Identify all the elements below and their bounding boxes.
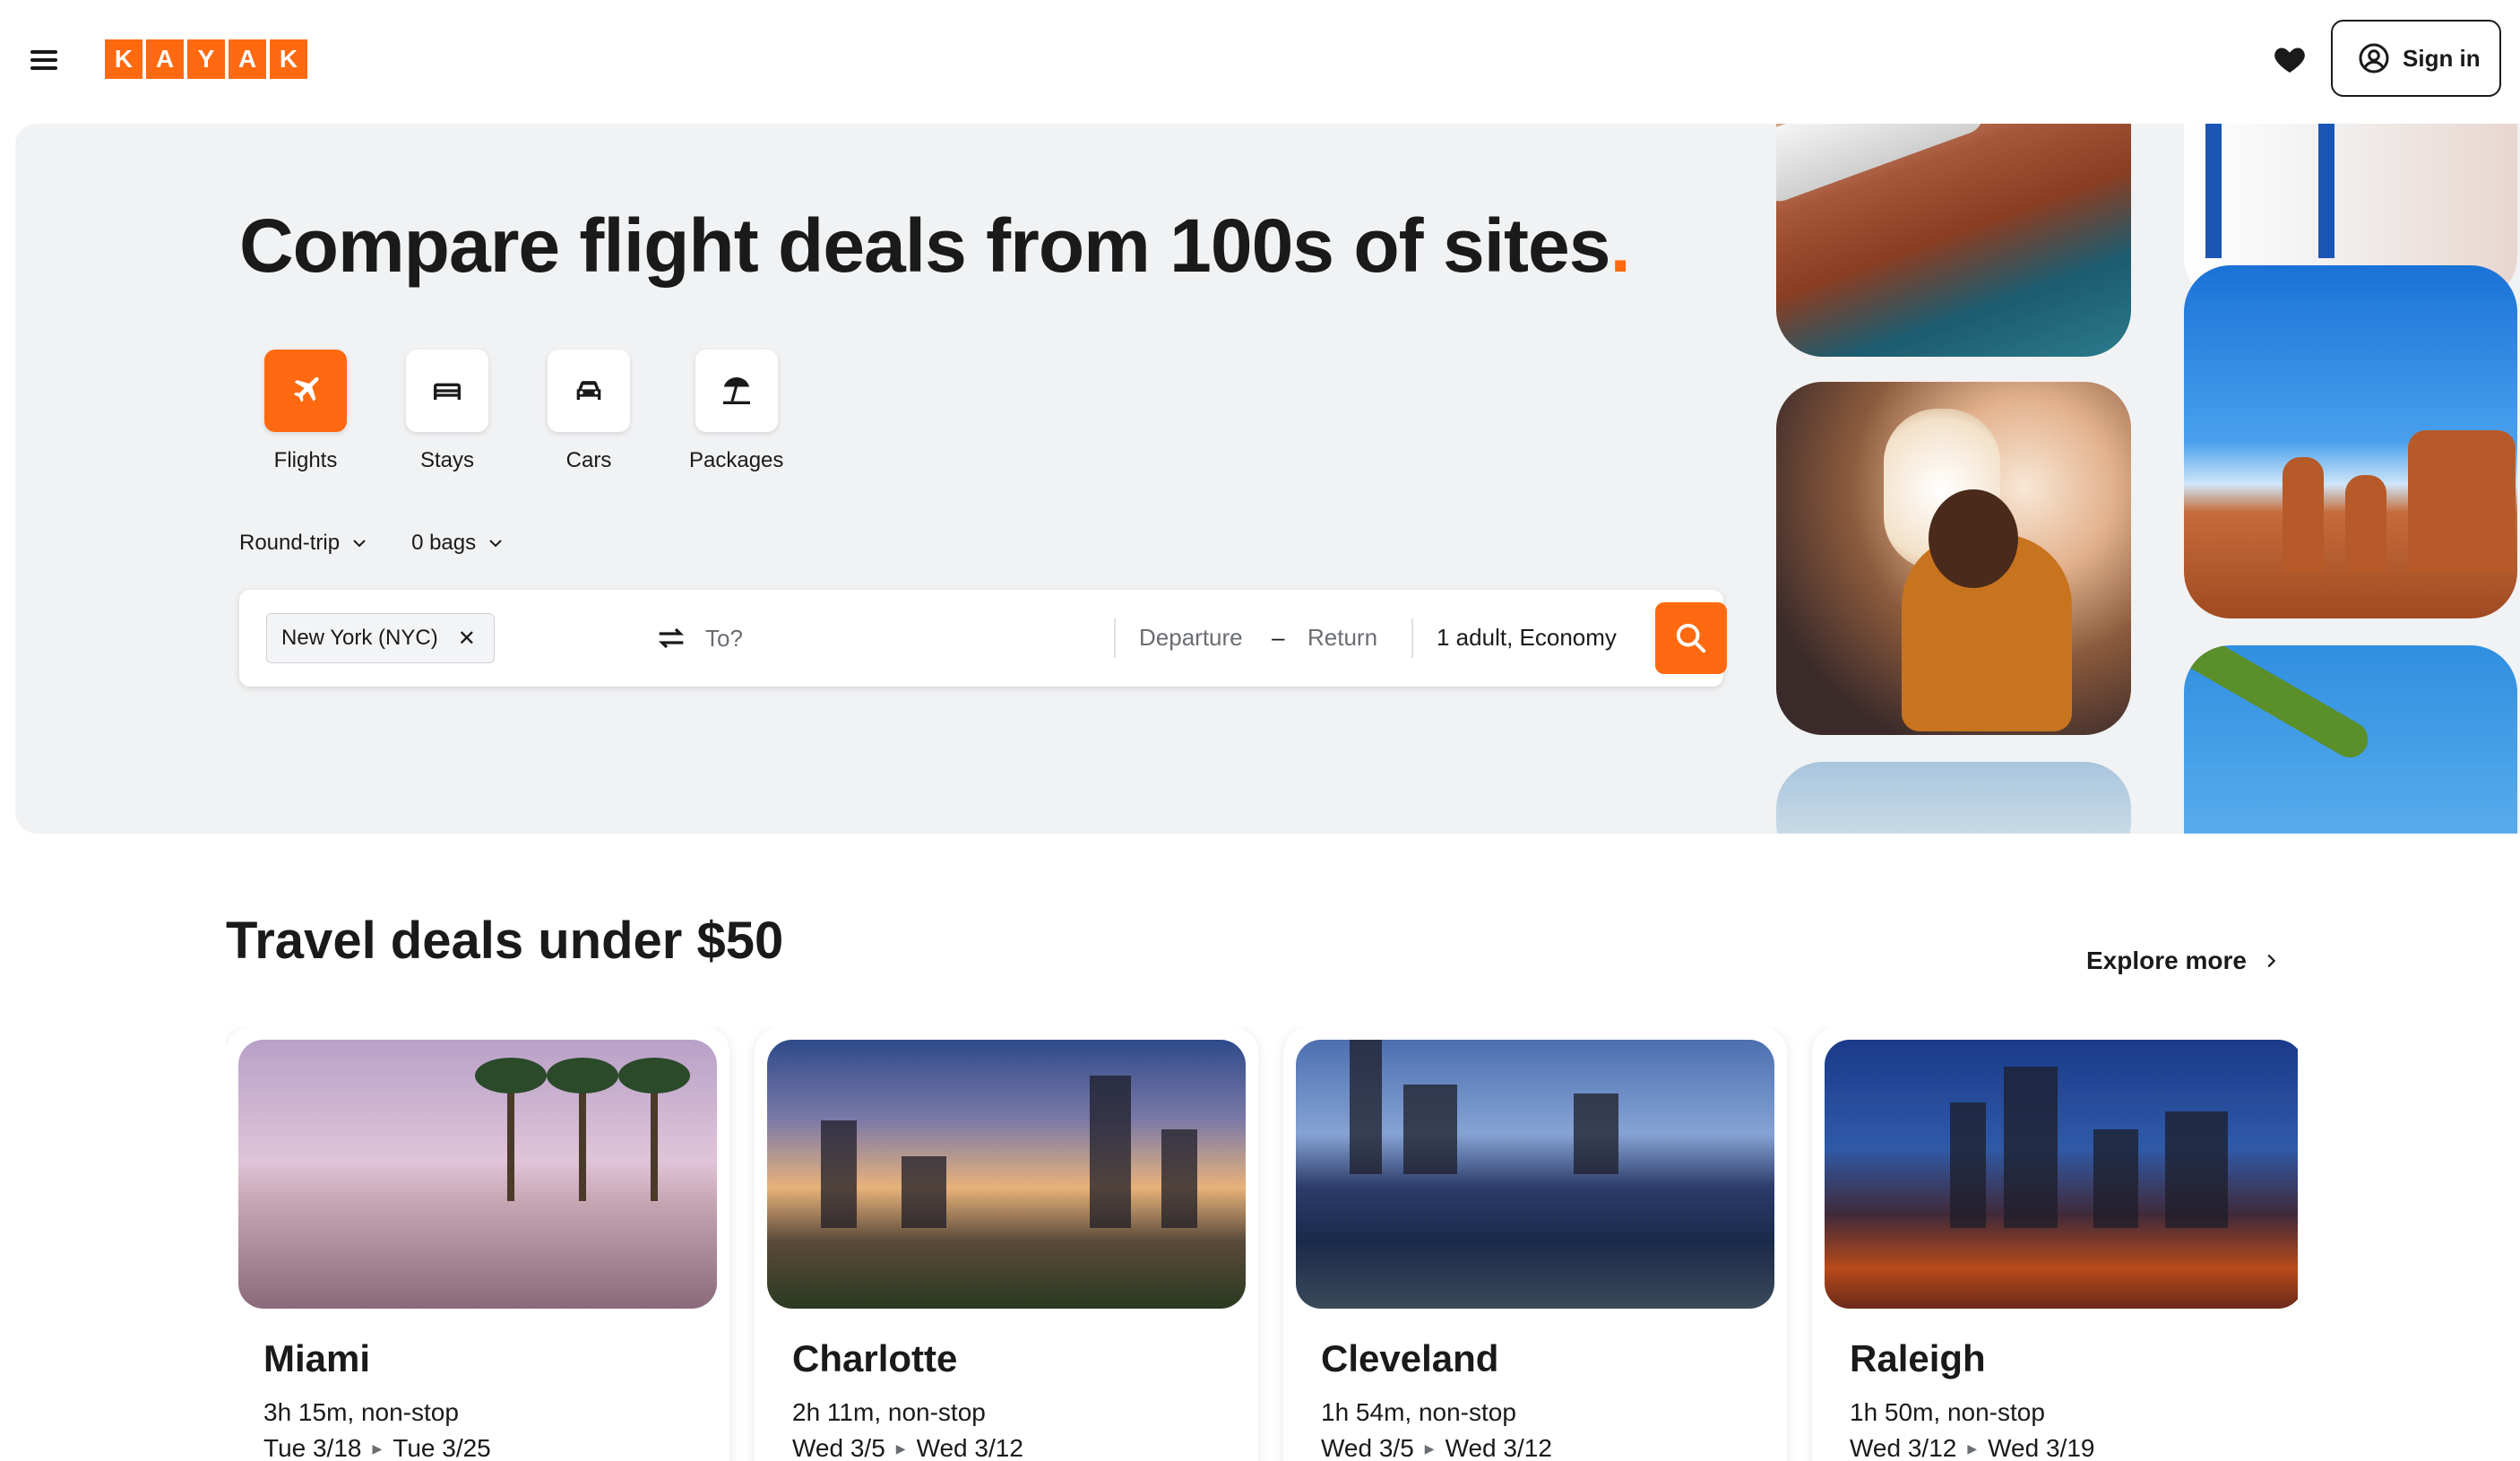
search-icon <box>1676 623 1706 653</box>
hero-section: Compare flight deals from 100s of sites.… <box>15 124 2520 834</box>
hero-title: Compare flight deals from 100s of sites. <box>239 203 1631 290</box>
tab-packages[interactable]: Packages <box>689 350 783 473</box>
desert-rocks-image <box>2184 265 2517 618</box>
logo-letter: K <box>105 39 142 79</box>
origin-chip[interactable]: New York (NYC) ✕ <box>266 613 495 663</box>
hero-title-dot: . <box>1610 203 1630 288</box>
tab-stays[interactable]: Stays <box>406 350 488 473</box>
trip-type-dropdown[interactable]: Round-trip <box>239 531 370 556</box>
deal-card-miami[interactable]: Miami 3h 15m, non-stop Tue 3/18 ▶ Tue 3/… <box>226 1027 729 1461</box>
deal-card-charlotte[interactable]: Charlotte 2h 11m, non-stop Wed 3/5 ▶ Wed… <box>755 1027 1258 1461</box>
hero-title-text: Compare flight deals from 100s of sites <box>239 203 1610 288</box>
deal-dates: Wed 3/12 ▶ Wed 3/19 <box>1850 1434 2094 1461</box>
aerial-canyon-image <box>1776 124 2131 357</box>
chevron-down-icon <box>353 540 366 548</box>
chevron-down-icon <box>489 540 502 548</box>
deal-return-date: Wed 3/12 <box>916 1434 1023 1461</box>
departure-date-field[interactable]: Departure <box>1139 624 1243 652</box>
deal-return-date: Wed 3/19 <box>1988 1434 2095 1461</box>
palm-leaf-image <box>2184 645 2517 834</box>
deal-duration: 2h 11m, non-stop <box>792 1398 986 1426</box>
vertical-tabs: Flights Stays Cars Packages <box>264 350 783 473</box>
sign-in-button[interactable]: Sign in <box>2331 20 2501 97</box>
tab-packages-label: Packages <box>689 448 784 472</box>
arrow-right-icon: ▶ <box>372 1440 383 1456</box>
logo-letter: A <box>229 39 266 79</box>
cleveland-photo <box>1296 1040 1774 1309</box>
trip-type-label: Round-trip <box>239 531 341 555</box>
date-separator: – <box>1272 624 1285 651</box>
logo-letter: Y <box>187 39 225 79</box>
logo-letter: A <box>146 39 184 79</box>
explore-more-link[interactable]: Explore more <box>2086 947 2281 975</box>
swap-icon[interactable] <box>653 620 689 656</box>
miami-photo <box>238 1040 717 1309</box>
travelers-cabin-field[interactable]: 1 adult, Economy <box>1437 624 1617 652</box>
deal-dates: Wed 3/5 ▶ Wed 3/12 <box>1321 1434 1552 1461</box>
beach-umbrella-icon <box>722 377 750 404</box>
heart-icon[interactable] <box>2271 41 2309 77</box>
deal-return-date: Wed 3/12 <box>1445 1434 1552 1461</box>
arrow-right-icon: ▶ <box>895 1440 906 1456</box>
raleigh-photo <box>1825 1040 2298 1309</box>
deal-duration: 1h 54m, non-stop <box>1321 1398 1516 1426</box>
deal-card-raleigh[interactable]: Raleigh 1h 50m, non-stop Wed 3/12 ▶ Wed … <box>1812 1027 2298 1461</box>
flight-search-bar: New York (NYC) ✕ Departure – Return 1 ad… <box>239 590 1727 687</box>
stays-tab-box <box>406 350 488 432</box>
trip-options: Round-trip 0 bags <box>239 531 506 556</box>
deal-dates: Tue 3/18 ▶ Tue 3/25 <box>263 1434 491 1461</box>
deal-city: Miami <box>263 1337 371 1379</box>
destination-input[interactable] <box>705 618 1037 658</box>
sign-in-label: Sign in <box>2403 44 2481 72</box>
cars-tab-box <box>548 350 630 432</box>
deal-city: Raleigh <box>1850 1337 1986 1379</box>
tab-flights-label: Flights <box>273 448 338 472</box>
car-icon <box>576 381 601 400</box>
hamburger-menu-icon[interactable] <box>25 41 65 77</box>
bed-icon <box>434 383 461 400</box>
search-divider <box>1114 618 1116 658</box>
arrow-right-icon: ▶ <box>1967 1440 1978 1456</box>
deal-card-cleveland[interactable]: Cleveland 1h 54m, non-stop Wed 3/5 ▶ Wed… <box>1283 1027 1787 1461</box>
airplane-icon <box>293 376 319 402</box>
top-bar: K A Y A K Sign in <box>0 0 2520 124</box>
deal-depart-date: Tue 3/18 <box>263 1434 362 1461</box>
tab-cars[interactable]: Cars <box>548 350 630 473</box>
logo-letter: K <box>270 39 307 79</box>
bags-label: 0 bags <box>411 531 477 555</box>
bags-dropdown[interactable]: 0 bags <box>411 531 506 556</box>
tab-cars-label: Cars <box>565 448 612 472</box>
child-at-plane-window-image <box>1776 382 2131 735</box>
charlotte-photo <box>767 1040 1246 1309</box>
return-date-field[interactable]: Return <box>1307 624 1377 652</box>
deal-depart-date: Wed 3/5 <box>792 1434 885 1461</box>
explore-more-label: Explore more <box>2086 947 2247 974</box>
kayak-logo[interactable]: K A Y A K <box>105 39 307 79</box>
user-circle-icon <box>2359 43 2389 73</box>
flights-tab-box <box>264 350 347 432</box>
deal-return-date: Tue 3/25 <box>393 1434 491 1461</box>
sky-image <box>1776 762 2131 834</box>
tab-stays-label: Stays <box>419 448 475 472</box>
deal-depart-date: Wed 3/5 <box>1321 1434 1414 1461</box>
deal-duration: 3h 15m, non-stop <box>263 1398 459 1426</box>
deal-depart-date: Wed 3/12 <box>1850 1434 1957 1461</box>
chevron-right-icon <box>2267 954 2276 968</box>
search-divider <box>1411 618 1413 658</box>
search-button[interactable] <box>1655 602 1727 674</box>
deal-city: Charlotte <box>792 1337 958 1379</box>
deal-dates: Wed 3/5 ▶ Wed 3/12 <box>792 1434 1023 1461</box>
remove-origin-icon[interactable]: ✕ <box>458 626 476 652</box>
packages-tab-box <box>695 350 778 432</box>
deal-duration: 1h 50m, non-stop <box>1850 1398 2045 1426</box>
deal-city: Cleveland <box>1321 1337 1499 1379</box>
arrow-right-icon: ▶ <box>1424 1440 1435 1456</box>
tab-flights[interactable]: Flights <box>264 350 347 473</box>
origin-chip-label: New York (NYC) <box>281 626 438 650</box>
deals-cards: Miami 3h 15m, non-stop Tue 3/18 ▶ Tue 3/… <box>226 1027 2298 1461</box>
deals-section-title: Travel deals under $50 <box>226 912 784 970</box>
